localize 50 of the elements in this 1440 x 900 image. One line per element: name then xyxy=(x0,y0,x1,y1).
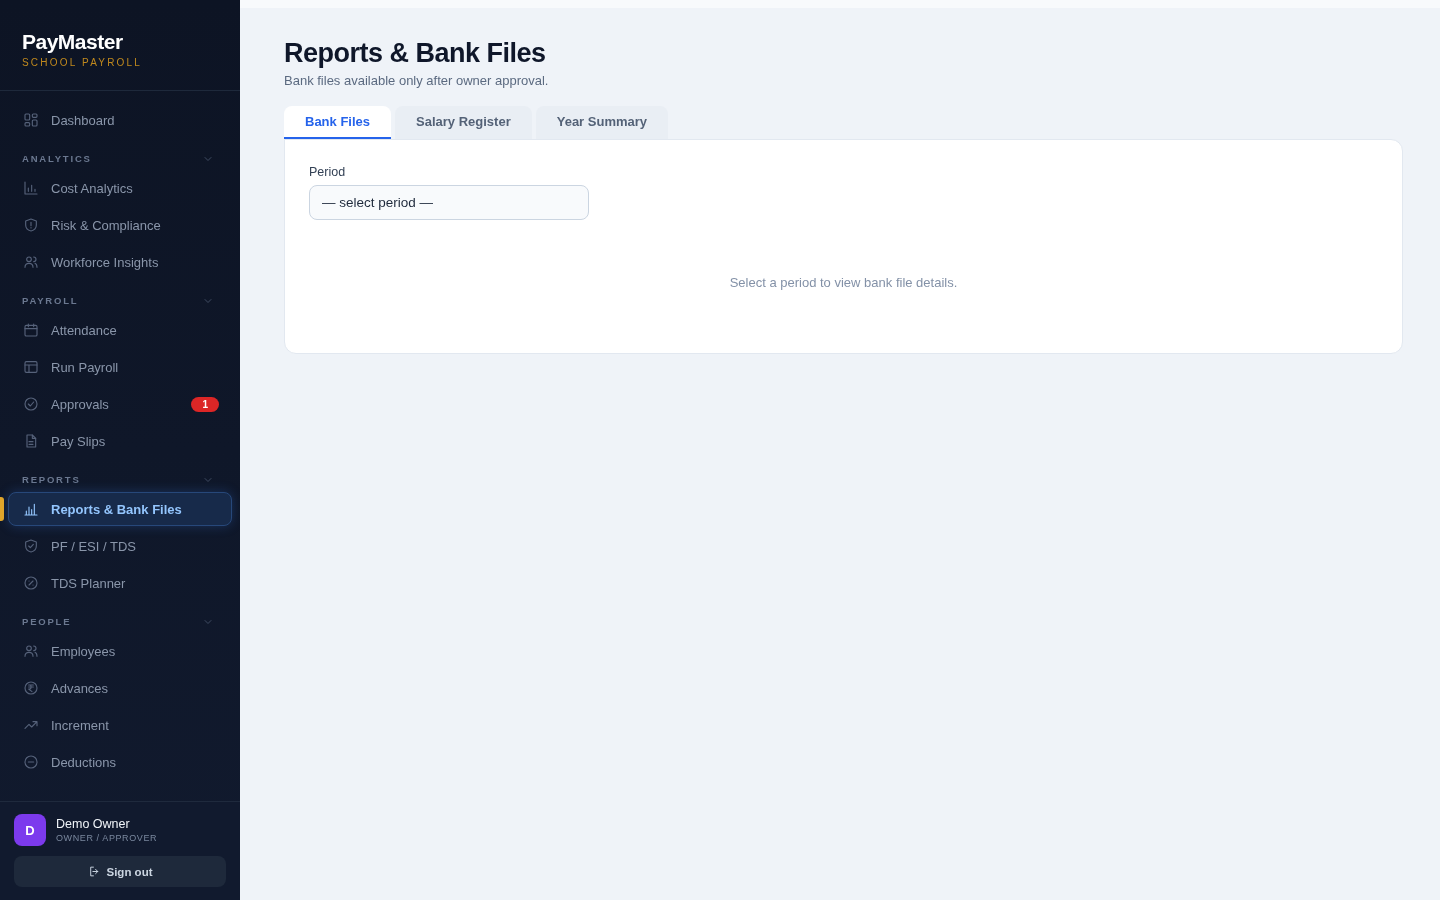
user-role: OWNER / APPROVER xyxy=(56,831,158,844)
nav-item[interactable]: Run Payroll xyxy=(8,350,232,384)
nav-item[interactable]: Workforce Insights xyxy=(8,245,232,279)
nav-item[interactable]: Risk & Compliance xyxy=(8,208,232,242)
section-heading: PEOPLE xyxy=(22,616,72,628)
nav-item[interactable]: Approvals 1 xyxy=(8,387,232,421)
user-name: Demo Owner xyxy=(56,816,130,832)
count-badge: 1 xyxy=(191,396,219,412)
table-icon xyxy=(23,359,39,375)
check-circle-icon xyxy=(23,396,39,412)
nav-item[interactable]: Dashboard xyxy=(8,103,232,137)
app-logo: PayMaster xyxy=(22,30,123,54)
bar-chart-icon xyxy=(23,501,39,517)
calendar-icon xyxy=(23,322,39,338)
page-subtitle: Bank files available only after owner approval. xyxy=(284,73,549,89)
shield-check-icon xyxy=(23,538,39,554)
nav-item[interactable]: Attendance xyxy=(8,313,232,347)
user-avatar: D xyxy=(14,814,46,846)
nav-item[interactable]: PF / ESI / TDS xyxy=(8,529,232,563)
document-icon xyxy=(23,433,39,449)
section-heading: ANALYTICS xyxy=(22,153,92,165)
shield-icon xyxy=(23,217,39,233)
tab[interactable]: Bank Files xyxy=(284,106,392,139)
empty-message: Select a period to view bank file details. xyxy=(728,275,959,290)
users-icon xyxy=(23,643,39,659)
active-indicator xyxy=(0,497,4,521)
page-title: Reports & Bank Files xyxy=(284,37,546,69)
nav-item[interactable]: Cost Analytics xyxy=(8,171,232,205)
percent-icon xyxy=(23,575,39,591)
nav-item[interactable]: TDS Planner xyxy=(8,566,232,600)
field-label: Period xyxy=(309,164,346,180)
app-tagline: SCHOOL PAYROLL xyxy=(22,56,143,70)
sign-out-button[interactable]: Sign out xyxy=(14,856,226,887)
nav-item[interactable]: Pay Slips xyxy=(8,424,232,458)
nav-item[interactable]: Increment xyxy=(8,708,232,742)
tab[interactable]: Year Summary xyxy=(535,106,669,139)
users-icon xyxy=(23,254,39,270)
section-heading: REPORTS xyxy=(22,474,81,486)
bar-chart-icon xyxy=(23,180,39,196)
nav-item[interactable]: Employees xyxy=(8,634,232,668)
tab[interactable]: Salary Register xyxy=(395,106,532,139)
sign-out-icon xyxy=(87,865,101,878)
nav-item[interactable]: Reports & Bank Files xyxy=(8,492,232,526)
grid-icon xyxy=(23,112,39,128)
period-select[interactable]: — select period — xyxy=(309,185,589,220)
rupee-icon xyxy=(23,680,39,696)
minus-circle-icon xyxy=(23,754,39,770)
section-heading: PAYROLL xyxy=(22,295,79,307)
nav-item[interactable]: Advances xyxy=(8,671,232,705)
nav-item[interactable]: Deductions xyxy=(8,745,232,779)
